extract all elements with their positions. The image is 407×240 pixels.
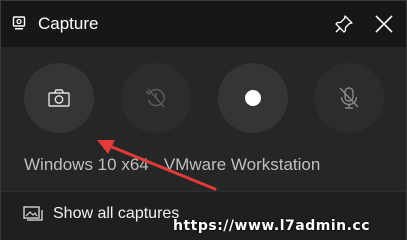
pin-icon (335, 15, 353, 33)
capture-widget: Capture Windows 10 x64 - VMware Workstat… (0, 0, 407, 240)
show-all-captures-label: Show all captures (53, 205, 180, 222)
record-last-30s-button[interactable] (121, 63, 191, 133)
watermark-text: https://www.l7admin.cc (173, 218, 371, 234)
pin-button[interactable] (330, 10, 358, 38)
capture-target-label: Windows 10 x64 - VMware Workstation (24, 155, 321, 174)
close-icon (375, 15, 393, 33)
capture-buttons (1, 63, 406, 135)
camera-icon (48, 89, 70, 107)
close-button[interactable] (370, 10, 398, 38)
record-history-icon (145, 88, 165, 108)
window-title: Capture (38, 14, 99, 33)
microphone-off-icon (339, 87, 359, 109)
mic-toggle-button[interactable] (314, 63, 384, 133)
titlebar: Capture (1, 1, 406, 47)
capture-widget-icon (12, 16, 26, 30)
screenshot-button[interactable] (24, 63, 94, 133)
start-recording-button[interactable] (218, 63, 288, 133)
record-dot-icon (245, 90, 261, 106)
gallery-icon (23, 206, 43, 221)
